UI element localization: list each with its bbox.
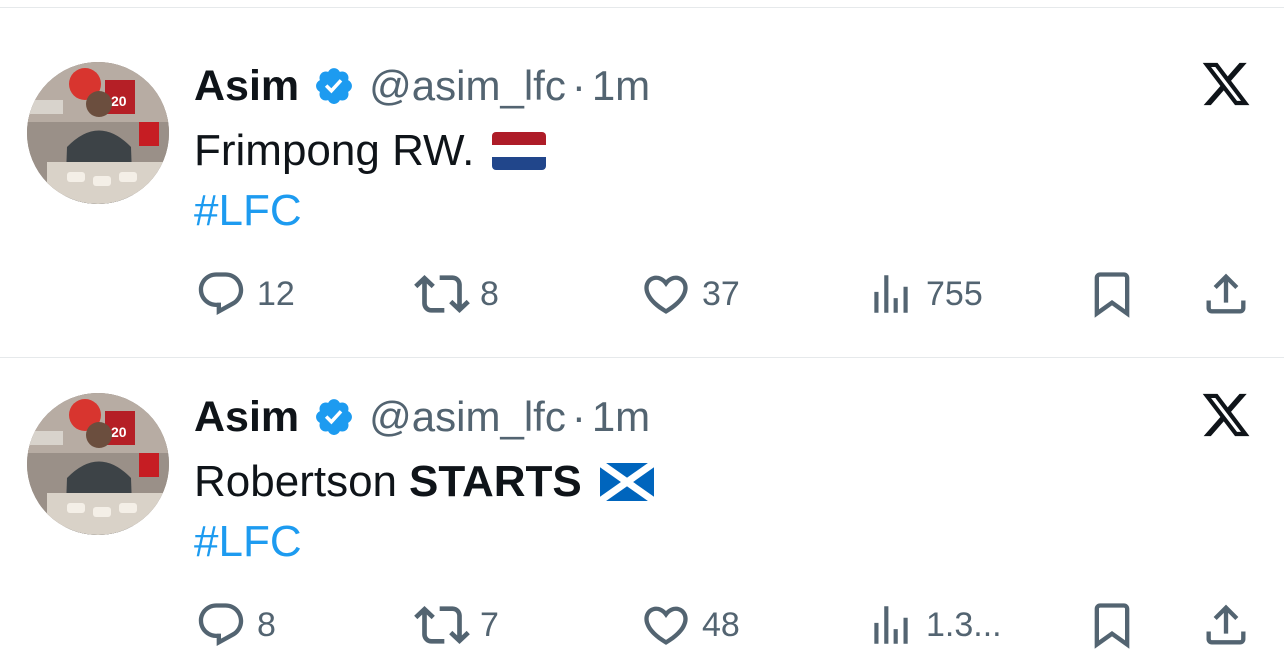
reply-icon xyxy=(198,272,244,316)
share-icon xyxy=(1206,273,1246,314)
timestamp[interactable]: 1m xyxy=(592,62,650,110)
bookmark-button[interactable] xyxy=(1086,262,1138,326)
scotland-flag-icon xyxy=(599,463,654,501)
bookmark-icon xyxy=(1094,272,1130,318)
author-handle[interactable]: @asim_lfc xyxy=(369,393,566,441)
views-count: 755 xyxy=(926,274,983,313)
reply-button[interactable]: 8 xyxy=(195,593,276,657)
avatar[interactable]: 20 xyxy=(27,62,169,204)
share-button[interactable] xyxy=(1200,593,1252,657)
like-count: 48 xyxy=(702,605,740,644)
svg-text:20: 20 xyxy=(111,93,127,109)
tweet-text: Robertson STARTS xyxy=(194,454,654,510)
svg-text:20: 20 xyxy=(111,424,127,440)
tweet-text-plain: Frimpong RW. xyxy=(194,126,475,175)
verified-badge-icon xyxy=(316,399,353,435)
avatar[interactable]: 20 xyxy=(27,393,169,535)
repost-count: 7 xyxy=(480,605,499,644)
repost-count: 8 xyxy=(480,274,499,313)
tweet-1[interactable]: 20 Asim @asim_lfc · 1m Frimpong RW. #LFC… xyxy=(0,0,1284,330)
x-logo-icon xyxy=(1202,393,1250,437)
author-name[interactable]: Asim xyxy=(194,393,299,442)
like-count: 37 xyxy=(702,274,740,313)
bookmark-button[interactable] xyxy=(1086,593,1138,657)
action-bar: 12 8 37 755 xyxy=(0,262,1284,326)
repost-icon xyxy=(414,606,470,644)
heart-icon xyxy=(644,275,688,314)
reply-count: 8 xyxy=(257,605,276,644)
heart-icon xyxy=(644,606,688,645)
bookmark-icon xyxy=(1094,603,1130,649)
views-icon xyxy=(874,275,908,313)
author-name[interactable]: Asim xyxy=(194,62,299,111)
reply-button[interactable]: 12 xyxy=(195,262,295,326)
hashtag-link[interactable]: #LFC xyxy=(194,517,302,567)
views-count: 1.3... xyxy=(926,605,1002,644)
tweet-2[interactable]: 20 Asim @asim_lfc · 1m Robertson STARTS xyxy=(0,331,1284,661)
tweet-header: Asim @asim_lfc · 1m xyxy=(194,389,650,445)
hashtag-link[interactable]: #LFC xyxy=(194,186,302,236)
reply-count: 12 xyxy=(257,274,295,313)
views-button[interactable]: 755 xyxy=(866,262,983,326)
netherlands-flag-icon xyxy=(492,132,547,170)
x-logo-icon xyxy=(1202,62,1250,106)
repost-icon xyxy=(414,275,470,313)
author-handle[interactable]: @asim_lfc xyxy=(369,62,566,110)
separator-dot: · xyxy=(571,62,586,109)
action-bar: 8 7 48 1.3... xyxy=(0,593,1284,657)
share-icon xyxy=(1206,604,1246,645)
repost-button[interactable]: 8 xyxy=(414,262,499,326)
like-button[interactable]: 48 xyxy=(640,593,740,657)
views-button[interactable]: 1.3... xyxy=(866,593,1002,657)
tweet-text-plain: Robertson xyxy=(194,457,398,506)
views-icon xyxy=(874,606,908,644)
separator-dot: · xyxy=(571,393,586,440)
repost-button[interactable]: 7 xyxy=(414,593,499,657)
share-button[interactable] xyxy=(1200,262,1252,326)
tweet-text-bold: STARTS xyxy=(409,457,582,506)
tweet-header: Asim @asim_lfc · 1m xyxy=(194,58,650,114)
like-button[interactable]: 37 xyxy=(640,262,740,326)
tweet-text: Frimpong RW. xyxy=(194,123,547,179)
timestamp[interactable]: 1m xyxy=(592,393,650,441)
reply-icon xyxy=(198,603,244,647)
verified-badge-icon xyxy=(316,68,353,104)
